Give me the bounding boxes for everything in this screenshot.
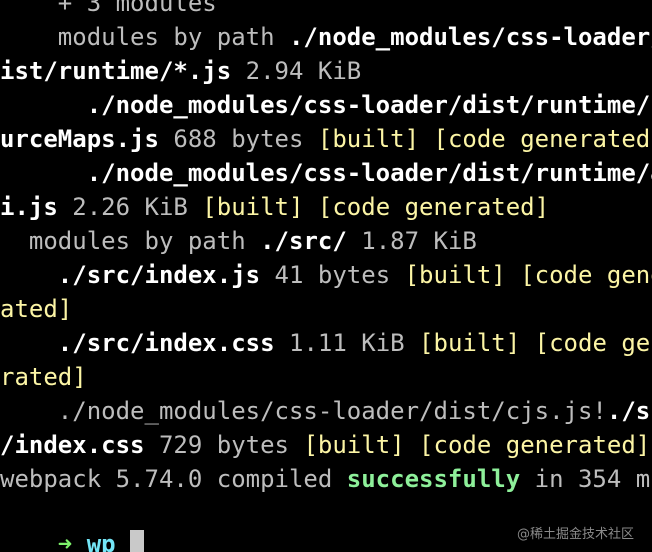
terminal-text-segment: 729 bytes [144, 431, 304, 459]
terminal-text-segment: ./node_modules/css-loader/dist/runtime/a… [0, 159, 652, 187]
terminal-line: + 3 modules [0, 0, 217, 20]
terminal-text-segment: [built] [code generated] [202, 193, 550, 221]
terminal-text-segment: 41 bytes [260, 261, 405, 289]
terminal-text-segment: [built] [code generated] [317, 125, 652, 153]
terminal-text-segment: [built] [code gener [404, 261, 652, 289]
terminal-text-segment: ist/runtime/*.js [0, 57, 232, 85]
watermark: @稀土掘金技术社区 [516, 527, 634, 542]
prompt-directory: wp [86, 530, 116, 552]
terminal-text-segment: ./src/index.js [0, 261, 261, 289]
terminal-line: ./node_modules/css-loader/dist/runtime/s… [0, 88, 652, 122]
terminal-text-segment: rated] [0, 363, 87, 391]
terminal-text-segment: i.js [0, 193, 58, 221]
terminal-text-segment: ./src [606, 397, 652, 425]
terminal-text-segment: 2.94 KiB [231, 57, 362, 85]
terminal-text-segment: successfully [346, 465, 521, 493]
terminal-window[interactable]: + 3 modules modules by path ./node_modul… [0, 0, 652, 552]
terminal-text-segment: ated] [0, 295, 73, 323]
terminal-line: ./src/index.css 1.11 KiB [built] [code g… [0, 326, 652, 360]
terminal-line: ated] [0, 292, 72, 326]
terminal-line: modules by path ./src/ 1.87 KiB [0, 224, 477, 258]
terminal-text-segment: ./node_modules/css-loader/dist/runtime/s… [0, 91, 652, 119]
terminal-line: rated] [0, 360, 87, 394]
terminal-text-segment: webpack 5.74.0 compiled [0, 465, 347, 493]
terminal-text-segment: 688 bytes [158, 125, 318, 153]
terminal-text-segment: 1.11 KiB [274, 329, 420, 357]
terminal-line: ist/runtime/*.js 2.94 KiB [0, 54, 361, 88]
terminal-line: ./src/index.js 41 bytes [built] [code ge… [0, 258, 652, 292]
terminal-text-segment: 1.87 KiB [346, 227, 477, 255]
terminal-line: urceMaps.js 688 bytes [built] [code gene… [0, 122, 652, 156]
terminal-line: ./node_modules/css-loader/dist/cjs.js!./… [0, 394, 652, 428]
terminal-text-segment: urceMaps.js [0, 125, 159, 153]
terminal-text-segment: in 354 ms [520, 465, 652, 493]
terminal-text-segment: /index.css [0, 431, 145, 459]
terminal-text-segment: modules by path [0, 23, 289, 51]
text-cursor [130, 530, 145, 552]
terminal-text-segment: ./src/index.css [0, 329, 275, 357]
terminal-text-segment: + 3 modules [0, 0, 217, 17]
prompt-line[interactable]: ➜ wp [0, 493, 145, 552]
terminal-line: ./node_modules/css-loader/dist/runtime/a… [0, 156, 652, 190]
terminal-text-segment: ./src/ [260, 227, 347, 255]
terminal-text-segment: ./node_modules/css-loader/dist/cjs.js! [0, 397, 607, 425]
terminal-text-segment: [built] [code gene [419, 329, 652, 357]
terminal-text-segment: [built] [code generated] [303, 431, 651, 459]
prompt-arrow-icon: ➜ [57, 530, 73, 552]
terminal-text-segment: ./node_modules/css-loader/d [288, 23, 652, 51]
terminal-text-segment: modules by path [0, 227, 261, 255]
terminal-line: modules by path ./node_modules/css-loade… [0, 20, 652, 54]
terminal-line: i.js 2.26 KiB [built] [code generated] [0, 190, 549, 224]
terminal-text-segment: 2.26 KiB [57, 193, 203, 221]
terminal-line: webpack 5.74.0 compiled successfully in … [0, 462, 652, 496]
terminal-line: /index.css 729 bytes [built] [code gener… [0, 428, 650, 462]
